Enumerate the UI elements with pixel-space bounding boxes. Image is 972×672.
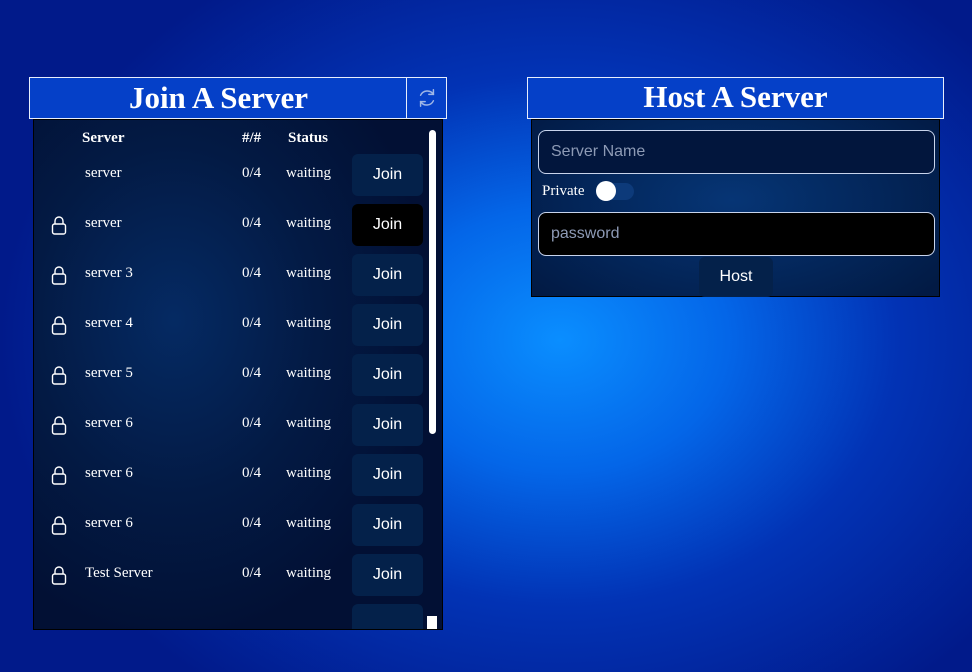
join-button[interactable]: Join xyxy=(352,154,423,196)
server-name: server 6 xyxy=(85,465,133,481)
password-input[interactable]: password xyxy=(538,212,935,256)
player-count: 0/4 xyxy=(242,215,262,231)
scrollbar-track-end[interactable] xyxy=(427,616,437,629)
server-row: server 3 0/4 waiting Join xyxy=(34,250,430,300)
server-row: Test Server 0/4 waiting Join xyxy=(34,550,430,600)
private-label: Private xyxy=(542,183,585,199)
player-count: 0/4 xyxy=(242,165,262,181)
join-button[interactable]: Join xyxy=(352,454,423,496)
player-count: 0/4 xyxy=(242,465,262,481)
lock-icon xyxy=(51,366,67,385)
server-status: waiting xyxy=(286,315,331,331)
host-server-title: Host A Server xyxy=(643,79,828,114)
server-name: server 6 xyxy=(85,415,133,431)
server-name: server 3 xyxy=(85,265,133,281)
lock-icon xyxy=(51,266,67,285)
toggle-knob xyxy=(596,181,616,201)
server-name: server 5 xyxy=(85,365,133,381)
host-server-title-bar: Host A Server xyxy=(527,77,944,119)
host-server-panel: Server Name Private password Host xyxy=(531,119,940,297)
server-name: server 6 xyxy=(85,515,133,531)
server-column-header: Server xyxy=(82,130,125,146)
server-status: waiting xyxy=(286,365,331,381)
join-button[interactable]: Join xyxy=(352,304,423,346)
server-row: server 5 0/4 waiting Join xyxy=(34,350,430,400)
join-button[interactable]: Join xyxy=(352,404,423,446)
server-status: waiting xyxy=(286,415,331,431)
server-name: server xyxy=(85,215,122,231)
server-row: server 6 0/4 waiting Join xyxy=(34,450,430,500)
server-status: waiting xyxy=(286,515,331,531)
player-count: 0/4 xyxy=(242,415,262,431)
lock-icon xyxy=(51,466,67,485)
player-count: 0/4 xyxy=(242,565,262,581)
join-button[interactable]: Join xyxy=(352,204,423,246)
players-column-header: #/# xyxy=(242,130,262,146)
private-toggle[interactable] xyxy=(596,181,634,201)
join-server-title-bar: Join A Server xyxy=(29,77,447,119)
player-count: 0/4 xyxy=(242,315,262,331)
join-button[interactable]: Join xyxy=(352,354,423,396)
scrollbar-thumb[interactable] xyxy=(429,130,436,434)
server-status: waiting xyxy=(286,165,331,181)
server-list-panel: Server #/# Status server 0/4 waiting Join se… xyxy=(33,119,443,630)
server-row: server 6 0/4 waiting Join xyxy=(34,400,430,450)
server-row: server 4 0/4 waiting Join xyxy=(34,300,430,350)
server-row: server 6 0/4 waiting Join xyxy=(34,500,430,550)
lock-icon xyxy=(51,566,67,585)
join-button[interactable]: Join xyxy=(352,254,423,296)
lock-icon xyxy=(51,216,67,235)
join-button[interactable]: Join xyxy=(352,504,423,546)
join-button[interactable] xyxy=(352,604,423,629)
lock-icon xyxy=(51,316,67,335)
host-button[interactable]: Host xyxy=(699,257,773,297)
server-name: Test Server xyxy=(85,565,153,581)
refresh-icon xyxy=(419,89,434,107)
server-row: server 0/4 waiting Join xyxy=(34,150,430,200)
server-name: server xyxy=(85,165,122,181)
server-name-input[interactable]: Server Name xyxy=(538,130,935,174)
refresh-button[interactable] xyxy=(406,78,446,118)
player-count: 0/4 xyxy=(242,515,262,531)
server-name: server 4 xyxy=(85,315,133,331)
player-count: 0/4 xyxy=(242,265,262,281)
status-column-header: Status xyxy=(288,130,329,146)
join-server-title: Join A Server xyxy=(128,80,309,115)
server-status: waiting xyxy=(286,265,331,281)
player-count: 0/4 xyxy=(242,365,262,381)
lock-icon xyxy=(51,416,67,435)
server-status: waiting xyxy=(286,565,331,581)
server-row: server 0/4 waiting Join xyxy=(34,200,430,250)
server-status: waiting xyxy=(286,465,331,481)
server-row xyxy=(34,600,430,629)
lock-icon xyxy=(51,516,67,535)
join-button[interactable]: Join xyxy=(352,554,423,596)
server-status: waiting xyxy=(286,215,331,231)
